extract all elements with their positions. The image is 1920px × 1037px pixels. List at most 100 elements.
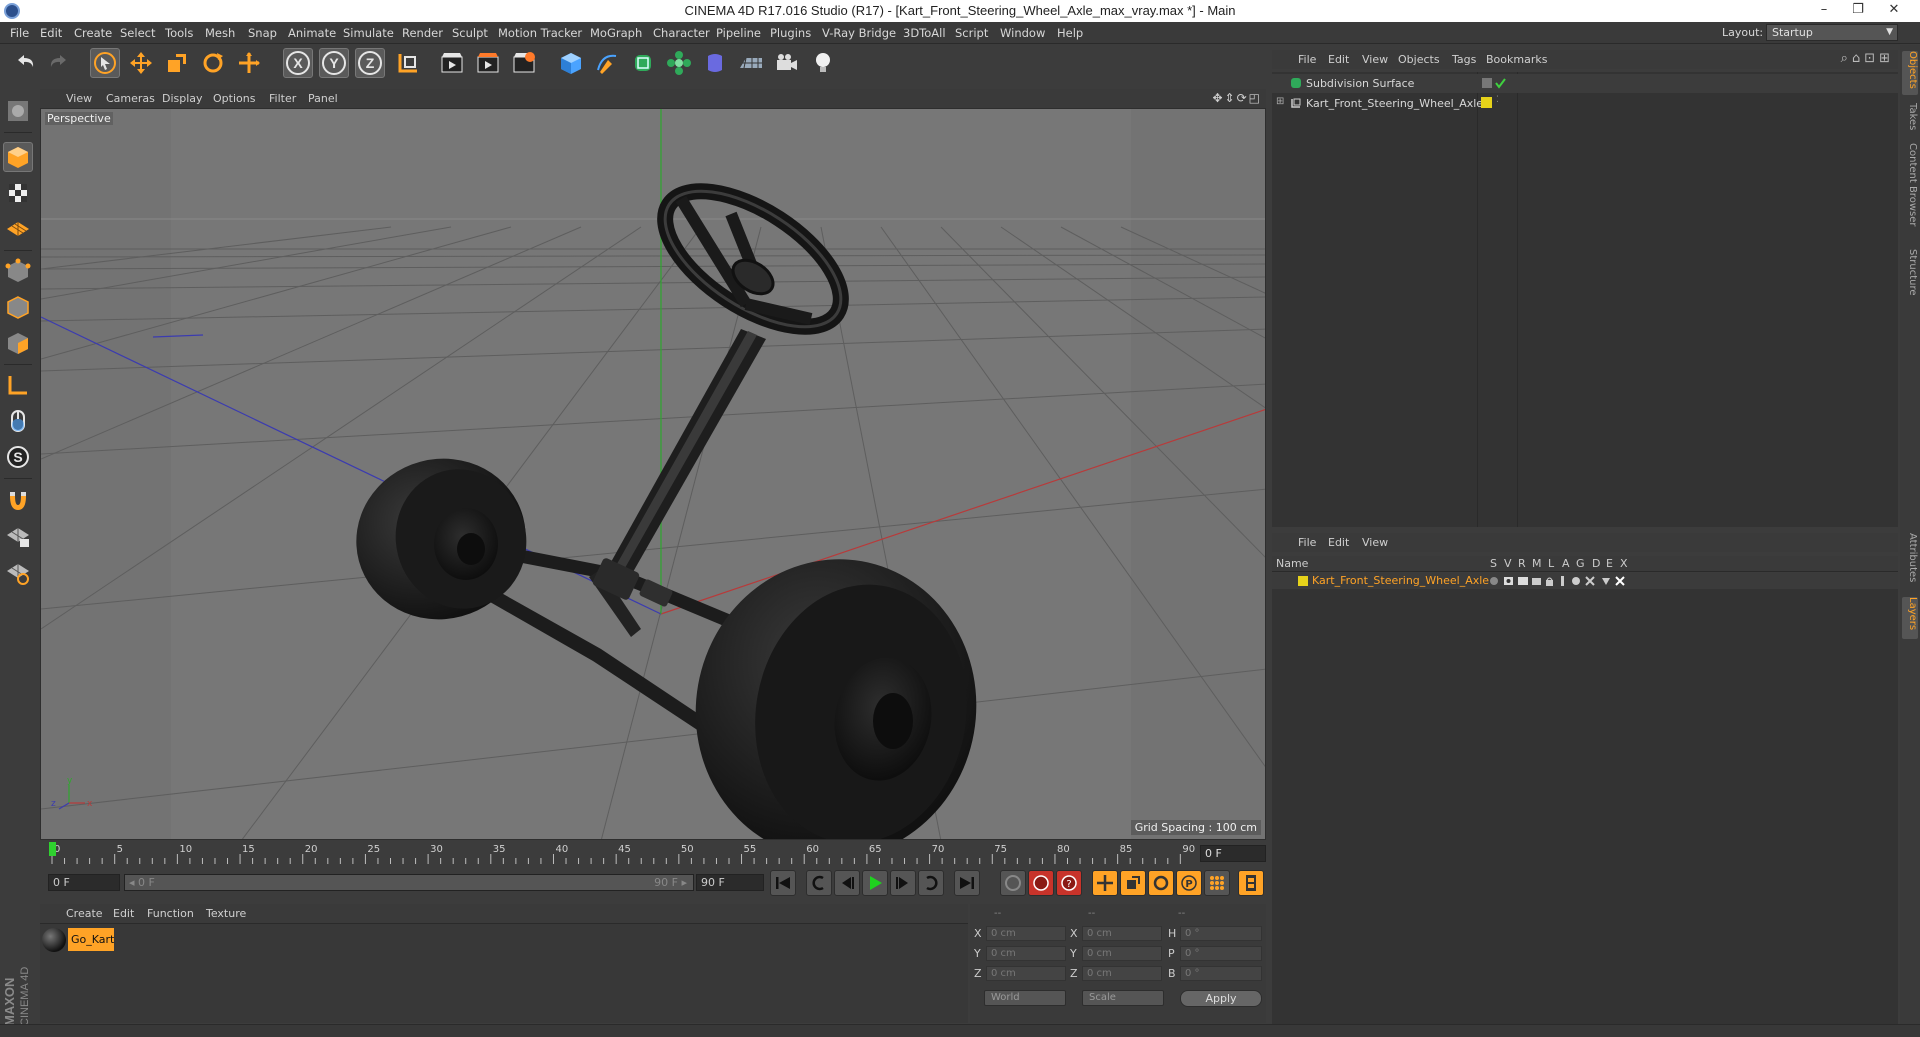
viewport-menu-cameras[interactable]: Cameras xyxy=(106,92,155,105)
x-axis-lock-button[interactable]: X xyxy=(283,48,313,78)
z-axis-lock-button[interactable]: Z xyxy=(355,48,385,78)
add-light-button[interactable] xyxy=(808,48,838,78)
menu-window[interactable]: Window xyxy=(1000,26,1045,40)
parameter-key-button[interactable]: P xyxy=(1176,870,1202,896)
close-button[interactable]: ✕ xyxy=(1880,0,1908,22)
apply-button[interactable]: Apply xyxy=(1180,990,1262,1007)
menu-vray-bridge[interactable]: V-Ray Bridge xyxy=(822,26,896,40)
scale-key-button[interactable] xyxy=(1120,870,1146,896)
viewport-menu-view[interactable]: View xyxy=(66,92,92,105)
add-spline-button[interactable] xyxy=(592,48,622,78)
edit-render-settings-button[interactable] xyxy=(509,48,539,78)
position-z-field[interactable]: 0 cm xyxy=(986,966,1066,981)
size-mode-dropdown[interactable]: Scale xyxy=(1082,990,1164,1006)
object-menu-objects[interactable]: Objects xyxy=(1398,53,1440,66)
col-manager[interactable]: M xyxy=(1532,557,1542,570)
menu-script[interactable]: Script xyxy=(955,26,988,40)
add-cube-button[interactable] xyxy=(556,48,586,78)
tab-attributes[interactable]: Attributes xyxy=(1902,533,1918,593)
polygons-mode-button[interactable] xyxy=(3,328,33,358)
autokey-button[interactable] xyxy=(1028,870,1054,896)
snap-button[interactable] xyxy=(3,486,33,516)
menu-sculpt[interactable]: Sculpt xyxy=(452,26,488,40)
position-key-button[interactable] xyxy=(1092,870,1118,896)
redo-button[interactable] xyxy=(44,48,74,78)
layer-menu-edit[interactable]: Edit xyxy=(1328,536,1349,549)
layer-toggle-icons[interactable] xyxy=(1488,575,1634,587)
col-animation[interactable]: A xyxy=(1562,557,1570,570)
layer-color-swatch[interactable] xyxy=(1298,576,1308,586)
start-frame-field[interactable]: 0 F xyxy=(48,874,120,891)
menu-pipeline[interactable]: Pipeline xyxy=(716,26,761,40)
timeline-window-button[interactable] xyxy=(1238,870,1264,896)
object-menu-tags[interactable]: Tags xyxy=(1452,53,1476,66)
add-deformer-button[interactable] xyxy=(700,48,730,78)
col-xref[interactable]: X xyxy=(1620,557,1628,570)
rotation-p-field[interactable]: 0 ° xyxy=(1180,946,1262,961)
add-mograph-button[interactable] xyxy=(664,48,694,78)
material-menu-texture[interactable]: Texture xyxy=(206,907,246,920)
go-to-end-button[interactable] xyxy=(954,870,980,896)
col-generators[interactable]: G xyxy=(1576,557,1585,570)
texture-mode-button[interactable] xyxy=(3,178,33,208)
object-menu-view[interactable]: View xyxy=(1362,53,1388,66)
scale-tool-button[interactable] xyxy=(162,48,192,78)
live-selection-button[interactable] xyxy=(90,48,120,78)
menu-motion-tracker[interactable]: Motion Tracker xyxy=(498,26,582,40)
render-view-button[interactable] xyxy=(437,48,467,78)
col-locked[interactable]: L xyxy=(1548,557,1554,570)
timeline-ruler[interactable]: 0 5 10 15 20 25 30 35 40 45 50 55 60 65 70 75 80 85 90 xyxy=(40,842,1266,864)
end-frame-field[interactable]: 90 F xyxy=(696,874,764,891)
menu-animate[interactable]: Animate xyxy=(288,26,336,40)
expand-icon[interactable]: ⊞ xyxy=(1276,96,1284,107)
col-render[interactable]: R xyxy=(1518,557,1526,570)
move-tool-button[interactable] xyxy=(126,48,156,78)
tab-takes[interactable]: Takes xyxy=(1902,103,1918,137)
preview-range-slider[interactable]: ◂ 0 F 90 F ▸ xyxy=(124,874,694,891)
go-to-start-button[interactable] xyxy=(770,870,796,896)
menu-help[interactable]: Help xyxy=(1057,26,1083,40)
rotation-key-button[interactable] xyxy=(1148,870,1174,896)
viewport-menu-display[interactable]: Display xyxy=(162,92,203,105)
size-x-field[interactable]: 0 cm xyxy=(1082,926,1162,941)
object-menu-file[interactable]: File xyxy=(1298,53,1316,66)
tab-layers[interactable]: Layers xyxy=(1902,597,1918,639)
visibility-enabled-icons[interactable] xyxy=(1481,77,1507,90)
restore-button[interactable]: ❐ xyxy=(1844,0,1872,22)
model-mode-button[interactable] xyxy=(3,142,33,172)
viewport-menu-panel[interactable]: Panel xyxy=(308,92,338,105)
lock-workplane-button[interactable] xyxy=(3,522,33,552)
coordinate-space-dropdown[interactable]: World xyxy=(984,990,1066,1006)
visibility-dots-icon[interactable]: ⁚ xyxy=(1496,95,1499,105)
axis-mode-button[interactable] xyxy=(3,370,33,400)
tab-objects[interactable]: Objects xyxy=(1902,51,1918,95)
edges-mode-button[interactable] xyxy=(3,292,33,322)
points-mode-button[interactable] xyxy=(3,256,33,286)
col-name[interactable]: Name xyxy=(1276,557,1308,570)
previous-frame-button[interactable] xyxy=(834,870,860,896)
menu-3dtoall[interactable]: 3DToAll xyxy=(903,26,946,40)
layer-color-swatch[interactable] xyxy=(1481,97,1492,108)
viewport-menu-options[interactable]: Options xyxy=(213,92,255,105)
menu-mesh[interactable]: Mesh xyxy=(205,26,235,40)
previous-key-button[interactable] xyxy=(806,870,832,896)
make-editable-button[interactable] xyxy=(3,96,33,126)
col-visible[interactable]: V xyxy=(1504,557,1512,570)
col-solo[interactable]: S xyxy=(1490,557,1497,570)
rotation-h-field[interactable]: 0 ° xyxy=(1180,926,1262,941)
size-y-field[interactable]: 0 cm xyxy=(1082,946,1162,961)
material-menu-create[interactable]: Create xyxy=(66,907,103,920)
menu-create[interactable]: Create xyxy=(74,26,112,40)
size-z-field[interactable]: 0 cm xyxy=(1082,966,1162,981)
minimize-button[interactable]: – xyxy=(1810,0,1838,22)
layer-menu-view[interactable]: View xyxy=(1362,536,1388,549)
position-x-field[interactable]: 0 cm xyxy=(986,926,1066,941)
material-menu-function[interactable]: Function xyxy=(147,907,194,920)
menu-character[interactable]: Character xyxy=(653,26,710,40)
planar-workplane-button[interactable] xyxy=(3,558,33,588)
last-tool-button[interactable] xyxy=(234,48,264,78)
viewport-menu-filter[interactable]: Filter xyxy=(269,92,296,105)
keyframe-selection-button[interactable]: ? xyxy=(1056,870,1082,896)
layer-row[interactable]: Kart_Front_Steering_Wheel_Axle xyxy=(1272,573,1898,589)
current-frame-field[interactable]: 0 F xyxy=(1200,845,1266,862)
